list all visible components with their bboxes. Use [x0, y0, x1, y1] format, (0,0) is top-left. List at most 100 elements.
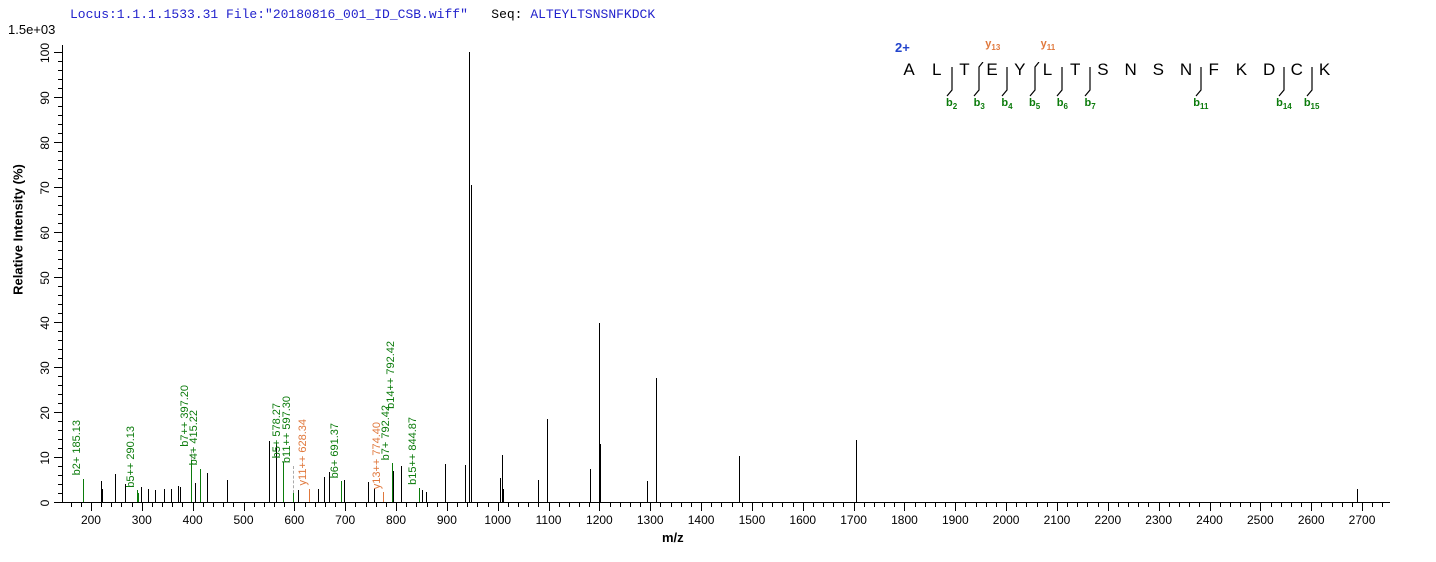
y-tick-label: 30 [38, 361, 52, 374]
y-tick [58, 349, 62, 350]
y-axis-title: Relative Intensity (%) [11, 150, 26, 310]
x-tick [366, 503, 367, 507]
x-tick-label: 500 [233, 513, 253, 527]
y-tick [58, 394, 62, 395]
x-tick [630, 503, 631, 507]
x-tick [1220, 503, 1221, 507]
x-tick [833, 503, 834, 507]
residue-9-N: N [1124, 60, 1136, 80]
peak [324, 477, 325, 502]
x-tick [823, 503, 824, 507]
y-tick [58, 448, 62, 449]
b-ion-peak [283, 462, 284, 503]
x-tick [1006, 503, 1007, 511]
x-tick [1087, 503, 1088, 507]
y-tick [54, 277, 62, 278]
x-tick [711, 503, 712, 507]
x-tick [528, 503, 529, 507]
x-tick [945, 503, 946, 507]
x-tick [1372, 503, 1373, 507]
x-tick-label: 200 [81, 513, 101, 527]
x-tick [671, 503, 672, 507]
x-tick [986, 503, 987, 507]
y-tick [58, 169, 62, 170]
x-tick [315, 503, 316, 507]
x-tick [955, 503, 956, 511]
x-tick [752, 503, 753, 511]
residue-14-D: D [1263, 60, 1275, 80]
x-tick [1311, 503, 1312, 511]
y-tick [58, 178, 62, 179]
x-tick [1037, 503, 1038, 507]
x-tick [762, 503, 763, 507]
y-tick [58, 268, 62, 269]
x-tick [223, 503, 224, 507]
x-tick-label: 700 [335, 513, 355, 527]
cleavage-mark-b15 [1304, 62, 1320, 98]
x-tick [681, 503, 682, 507]
x-tick [589, 503, 590, 507]
peak [503, 489, 504, 503]
b11-ion-label: b11 [1193, 97, 1208, 111]
x-tick [1047, 503, 1048, 507]
x-tick-label: 2500 [1247, 513, 1274, 527]
peak [471, 185, 472, 502]
locus-file-label: Locus:1.1.1.1533.31 File:"20180816_001_I… [70, 7, 468, 22]
x-tick [894, 503, 895, 507]
peak [426, 492, 427, 502]
x-tick [416, 503, 417, 507]
y-tick [58, 403, 62, 404]
seq-value: ALTEYLTSNSNFKDCK [530, 7, 655, 22]
peak [374, 488, 375, 502]
peak [401, 466, 402, 502]
b-ion-peak [191, 460, 192, 502]
y-tick [58, 484, 62, 485]
x-tick [813, 503, 814, 507]
b-ion-peak [341, 481, 342, 502]
peptide-sequence-annotation: 2+ ALTEYLTSNSNFKDCKb2b3y13b4b5y11b6b7b11… [893, 40, 1363, 110]
peak [856, 440, 857, 502]
y-tick [54, 232, 62, 233]
y-tick-label: 60 [38, 226, 52, 239]
b3-ion-label: b3 [974, 97, 985, 111]
x-tick [386, 503, 387, 507]
x-tick-label: 2100 [1044, 513, 1071, 527]
y-tick [58, 358, 62, 359]
x-tick [488, 503, 489, 507]
x-tick [305, 503, 306, 507]
y-tick [58, 214, 62, 215]
x-tick [162, 503, 163, 507]
x-tick [1250, 503, 1251, 507]
x-tick [437, 503, 438, 507]
peak [1357, 489, 1358, 503]
x-tick [976, 503, 977, 507]
x-tick [284, 503, 285, 507]
x-tick [132, 503, 133, 507]
x-tick [71, 503, 72, 507]
y-tick [54, 457, 62, 458]
x-tick-label: 2600 [1298, 513, 1325, 527]
x-tick-label: 400 [183, 513, 203, 527]
x-tick-label: 900 [437, 513, 457, 527]
y-tick [54, 412, 62, 413]
x-tick [1362, 503, 1363, 511]
header-spacer [468, 7, 491, 22]
y-tick [58, 493, 62, 494]
x-tick [996, 503, 997, 507]
header-bar: Locus:1.1.1.1533.31 File:"20180816_001_I… [70, 7, 655, 22]
x-tick-label: 800 [386, 513, 406, 527]
x-tick [569, 503, 570, 507]
y-tick [58, 439, 62, 440]
y-tick [58, 160, 62, 161]
residue-16-K: K [1319, 60, 1330, 80]
y-tick [58, 295, 62, 296]
x-tick [264, 503, 265, 507]
x-tick [345, 503, 346, 511]
residue-15-C: C [1291, 60, 1303, 80]
x-tick [1057, 503, 1058, 511]
residue-8-S: S [1097, 60, 1108, 80]
x-tick [1382, 503, 1383, 507]
residue-13-K: K [1236, 60, 1247, 80]
x-tick [152, 503, 153, 507]
x-tick [101, 503, 102, 507]
